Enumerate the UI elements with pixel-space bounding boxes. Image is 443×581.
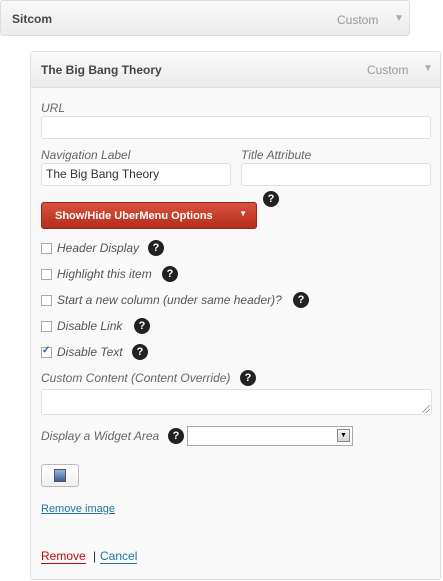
disable-text-label: Disable Text [57,345,123,359]
help-icon[interactable]: ? [132,344,148,360]
highlight-item-checkbox[interactable] [41,269,52,280]
menu-item-header[interactable]: The Big Bang Theory Custom ▼ [31,52,440,88]
header-display-label: Header Display [57,241,140,255]
title-attribute-label: Title Attribute [241,148,312,162]
set-image-button[interactable] [41,464,79,487]
navigation-label-label: Navigation Label [41,148,131,162]
help-icon[interactable]: ? [148,240,164,256]
widget-area-label: Display a Widget Area [41,429,160,443]
menu-item-title: The Big Bang Theory [41,63,162,77]
help-icon[interactable]: ? [168,428,184,444]
highlight-item-label: Highlight this item [57,267,152,281]
header-display-checkbox[interactable] [41,243,52,254]
custom-content-textarea[interactable] [41,389,432,415]
help-icon[interactable]: ? [240,370,256,386]
menu-item-bar-sitcom[interactable]: Sitcom Custom ▼ [0,0,410,36]
help-icon[interactable]: ? [162,266,178,282]
collapse-arrow-icon[interactable]: ▼ [423,63,433,74]
select-arrow-icon[interactable]: ▼ [337,429,350,442]
menu-item-type: Custom [367,63,409,77]
expand-arrow-icon[interactable]: ▼ [394,13,404,24]
disable-text-checkbox[interactable] [41,345,52,358]
cancel-link[interactable]: Cancel [100,549,138,564]
navigation-label-input[interactable]: The Big Bang Theory [41,163,231,186]
button-label: Show/Hide UberMenu Options [55,210,213,222]
new-column-checkbox[interactable] [41,295,52,306]
url-label: URL [41,101,66,115]
show-hide-ubermenu-options-button[interactable]: Show/Hide UberMenu Options ▼ [41,202,257,229]
remove-image-link[interactable]: Remove image [41,503,115,515]
disable-link-label: Disable Link [57,319,123,333]
widget-area-select[interactable]: ▼ [187,426,353,446]
url-input[interactable] [41,116,431,139]
menu-item-title: Sitcom [12,12,53,26]
custom-content-label: Custom Content (Content Override) [41,371,231,385]
picture-icon [54,469,66,482]
disable-link-checkbox[interactable] [41,321,52,332]
resize-grip-icon[interactable] [422,405,430,413]
help-icon[interactable]: ? [263,191,279,207]
menu-item-type: Custom [337,13,379,27]
title-attribute-input[interactable] [241,163,431,186]
dropdown-caret-icon: ▼ [239,209,247,218]
help-icon[interactable]: ? [293,292,309,308]
remove-link[interactable]: Remove [41,549,86,564]
action-separator: | [93,549,97,563]
new-column-label: Start a new column (under same header)? [57,293,282,307]
help-icon[interactable]: ? [134,318,150,334]
menu-item-settings-panel: The Big Bang Theory Custom ▼ URL Navigat… [30,51,441,580]
